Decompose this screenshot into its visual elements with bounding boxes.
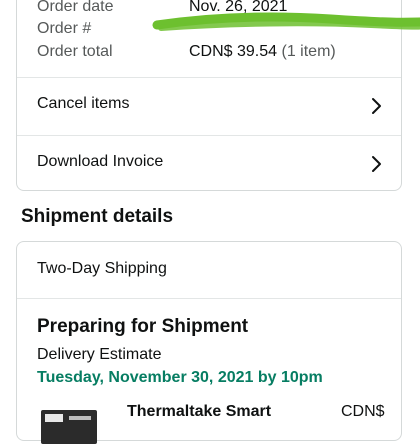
order-total-amount: CDN$ 39.54 (189, 43, 278, 60)
chevron-right-icon (372, 156, 381, 172)
download-invoice-label: Download Invoice (37, 153, 164, 170)
redaction-mark (152, 12, 420, 31)
shipment-card: Two-Day Shipping Preparing for Shipment … (16, 241, 402, 444)
product-title-link[interactable]: Thermaltake Smart (127, 403, 271, 421)
order-number-label: Order # (37, 20, 92, 37)
divider (17, 298, 401, 299)
shipment-details-heading: Shipment details (21, 206, 174, 227)
cancel-items-label: Cancel items (37, 95, 130, 112)
order-total-label: Order total (37, 43, 113, 60)
download-invoice-row[interactable]: Download Invoice (17, 136, 401, 191)
cancel-items-row[interactable]: Cancel items (17, 78, 401, 134)
shipping-method: Two-Day Shipping (37, 260, 167, 277)
order-total: CDN$ 39.54 (1 item) (189, 43, 336, 61)
product-image[interactable] (37, 404, 107, 444)
delivery-estimate-label: Delivery Estimate (37, 346, 162, 363)
order-summary-card: Order date Nov. 26, 2021 Order # Order t… (16, 0, 420, 191)
product-price: CDN$ (341, 403, 385, 420)
delivery-estimate-value: Tuesday, November 30, 2021 by 10pm (37, 369, 323, 386)
shipment-status: Preparing for Shipment (37, 316, 249, 337)
order-date-label: Order date (37, 0, 114, 15)
chevron-right-icon (372, 98, 381, 114)
order-total-items: (1 item) (281, 43, 336, 60)
